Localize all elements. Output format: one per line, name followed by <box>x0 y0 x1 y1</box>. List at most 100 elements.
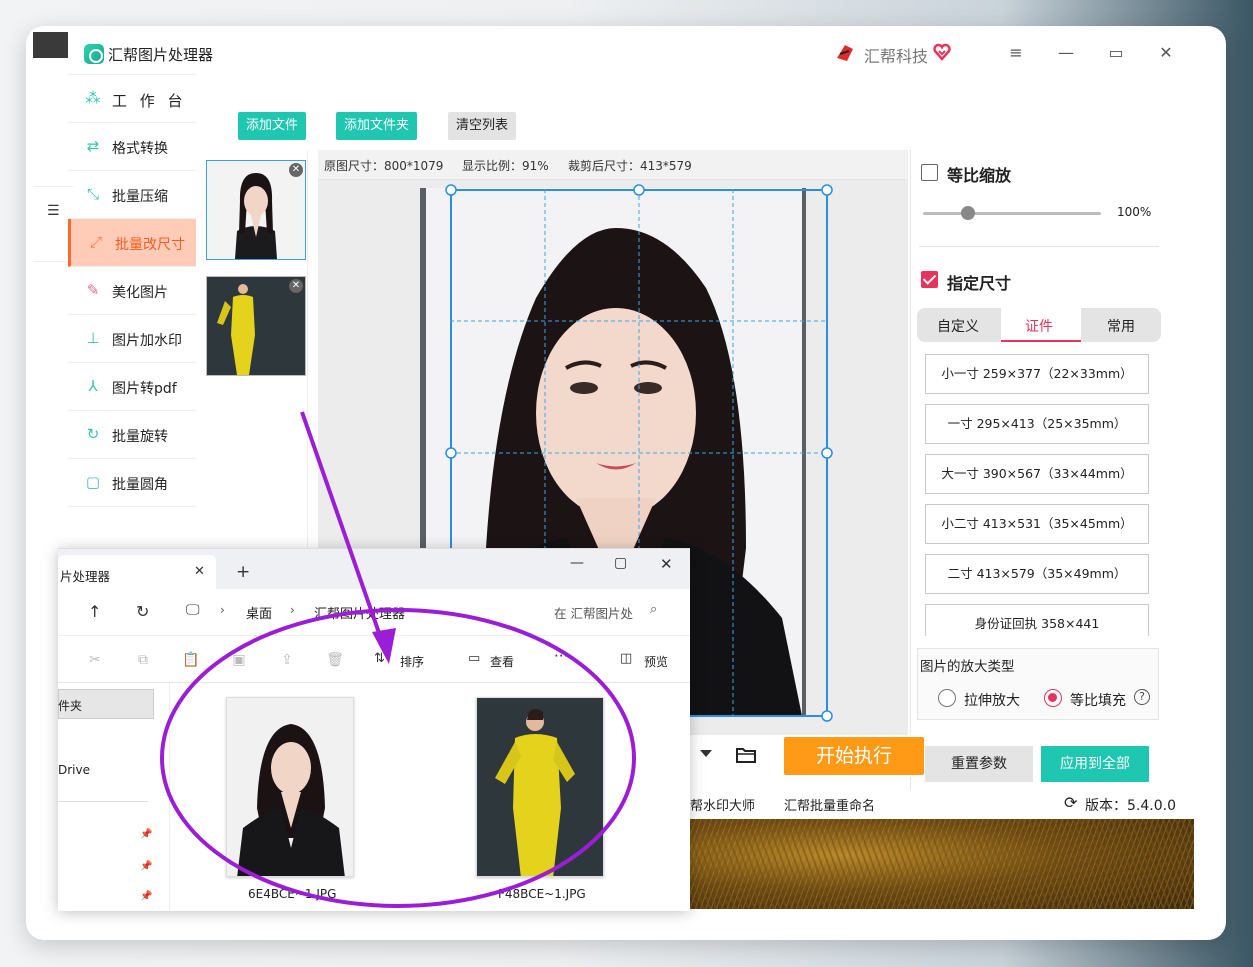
maximize-icon[interactable]: ▢ <box>614 555 627 571</box>
copy-icon[interactable]: ⧉ <box>134 652 152 668</box>
size-option-button[interactable]: 身份证回执 358×441 <box>925 604 1149 636</box>
thumbnail-item[interactable]: ✕ <box>206 160 306 260</box>
breadcrumb-separator-icon: › <box>220 603 225 617</box>
paste-icon[interactable]: 📋 <box>182 652 200 668</box>
remove-thumbnail-icon[interactable]: ✕ <box>289 279 303 293</box>
proportional-scale-checkbox[interactable] <box>921 164 938 181</box>
view-button[interactable]: 查看 <box>490 653 514 670</box>
zoom-value: 100% <box>1117 205 1152 219</box>
size-option-button[interactable]: 一寸 295×413（25×35mm） <box>925 404 1149 444</box>
reset-params-button[interactable]: 重置参数 <box>925 746 1033 782</box>
vip-heart-icon[interactable] <box>932 42 952 62</box>
address-bar[interactable]: 🖵 › 桌面 › 汇帮图片处理器 <box>174 597 524 627</box>
zoom-slider-handle[interactable] <box>961 206 975 220</box>
stretch-label: 拉伸放大 <box>964 693 1020 709</box>
minimize-icon[interactable]: — <box>570 555 584 571</box>
thumbnail-item[interactable]: ✕ <box>206 276 306 376</box>
proportional-fill-label: 等比填充 <box>1070 693 1126 709</box>
wallpaper-strip <box>690 819 1194 909</box>
refresh-icon[interactable]: ↻ <box>136 602 149 621</box>
batch-rename-link[interactable]: 汇帮批量重命名 <box>784 795 875 814</box>
sort-button[interactable]: 排序 <box>400 653 424 670</box>
stretch-radio[interactable] <box>938 689 956 707</box>
view-icon: ▭ <box>468 651 481 666</box>
add-folder-button[interactable]: 添加文件夹 <box>336 112 418 140</box>
brand-name[interactable]: 汇帮科技 <box>864 43 928 67</box>
size-option-button[interactable]: 小二寸 413×531（35×45mm） <box>925 504 1149 544</box>
breadcrumb-folder[interactable]: 汇帮图片处理器 <box>314 603 405 622</box>
app-title: 汇帮图片处理器 <box>108 46 214 64</box>
original-size-text: 原图尺寸：800*1079 <box>324 159 444 173</box>
close-icon[interactable]: ✕ <box>660 555 673 573</box>
more-options-icon[interactable]: ··· <box>554 647 568 665</box>
apply-all-button[interactable]: 应用到全部 <box>1041 746 1149 782</box>
close-icon[interactable]: ✕ <box>1154 42 1178 64</box>
clear-list-button[interactable]: 清空列表 <box>448 112 517 140</box>
sidebar-item-pdf[interactable]: ⅄ 图片转pdf <box>68 363 196 411</box>
sidebar-item-label: 美化图片 <box>112 285 168 301</box>
rotate-icon: ↻ <box>86 425 100 443</box>
minimize-icon[interactable]: — <box>1054 42 1078 64</box>
help-icon[interactable]: ? <box>1134 689 1150 705</box>
tab-common[interactable]: 常用 <box>1107 316 1135 336</box>
nav-item-drive[interactable]: Drive <box>58 763 90 777</box>
watermark-master-link[interactable]: 帮水印大师 <box>690 795 755 814</box>
nav-item-folder-label: 件夹 <box>58 699 83 713</box>
title-bar: 汇帮图片处理器 汇帮科技 ≡ — ▭ ✕ <box>68 30 1173 74</box>
sidebar-item-workbench[interactable]: ⁂ 工 作 台 <box>68 75 196 123</box>
sort-icon: ⇅ <box>374 651 385 666</box>
size-option-button[interactable]: 小一寸 259×377（22×33mm） <box>925 354 1149 394</box>
grid-icon: ⁂ <box>85 89 101 107</box>
sidebar-item-label: 格式转换 <box>112 141 168 157</box>
remove-thumbnail-icon[interactable]: ✕ <box>289 163 303 177</box>
file-thumbnail[interactable] <box>226 697 354 877</box>
share-icon[interactable]: ⇪ <box>278 652 296 668</box>
add-file-button[interactable]: 添加文件 <box>238 112 307 140</box>
sidebar-item-rotate[interactable]: ↻ 批量旋转 <box>68 411 196 459</box>
size-category-tabs: 自定义 证件 常用 <box>917 308 1161 342</box>
version-text: 版本：5.4.0.0 <box>1085 798 1176 814</box>
file-name: F48BCE~1.JPG <box>498 887 586 901</box>
thumbnail-portrait-black <box>207 161 305 259</box>
maximize-icon[interactable]: ▭ <box>1104 42 1128 64</box>
sidebar-item-compress[interactable]: ⤡ 批量压缩 <box>68 171 196 219</box>
zoom-slider-track[interactable] <box>923 212 1101 215</box>
sidebar-item-convert[interactable]: ⇄ 格式转换 <box>68 123 196 171</box>
explorer-tab-title: 片处理器 <box>60 569 111 584</box>
tab-id-photo[interactable]: 证件 <box>1025 316 1053 336</box>
image-info-bar: 原图尺寸：800*1079 显示比例：91% 裁剪后尺寸：413*579 <box>318 150 908 180</box>
file-thumbnail[interactable] <box>476 697 604 877</box>
proportional-fill-radio[interactable] <box>1044 689 1062 707</box>
rename-icon[interactable]: ▣ <box>230 652 248 668</box>
convert-icon: ⇄ <box>86 137 100 155</box>
chevron-down-icon[interactable] <box>700 750 712 757</box>
refresh-icon[interactable]: ⟳ <box>1064 794 1082 812</box>
display-ratio-text: 显示比例：91% <box>462 159 549 173</box>
size-option-button[interactable]: 大一寸 390×567（33×44mm） <box>925 454 1149 494</box>
explorer-search-input[interactable]: 在 汇帮图片处 ⌕ <box>536 597 676 627</box>
background-window-chip <box>33 32 68 58</box>
sidebar-item-round-corner[interactable]: ▢ 批量圆角 <box>68 459 196 507</box>
preview-button[interactable]: 预览 <box>644 653 668 670</box>
up-arrow-icon[interactable]: ↑ <box>88 602 101 621</box>
tab-custom[interactable]: 自定义 <box>937 316 979 336</box>
delete-icon[interactable]: 🗑 <box>326 652 344 668</box>
file-explorer-window: 片处理器 ✕ + — ▢ ✕ ↑ ↻ 🖵 › 桌面 › 汇帮图片处理器 在 汇帮… <box>58 548 690 911</box>
sidebar-item-resize[interactable]: ⤢ 批量改尺寸 <box>68 219 196 267</box>
close-tab-icon[interactable]: ✕ <box>194 564 205 579</box>
specified-size-label: 指定尺寸 <box>947 274 1012 293</box>
specified-size-checkbox[interactable] <box>921 271 938 288</box>
menu-icon[interactable]: ≡ <box>1004 42 1028 64</box>
breadcrumb-desktop[interactable]: 桌面 <box>246 603 272 622</box>
list-icon: ☰ <box>47 203 60 219</box>
folder-icon[interactable] <box>736 746 756 764</box>
new-tab-icon[interactable]: + <box>236 562 250 582</box>
thumbnail-list: ✕ ✕ <box>196 150 308 570</box>
breadcrumb-separator-icon: › <box>290 603 295 617</box>
start-execute-button[interactable]: 开始执行 <box>784 737 924 775</box>
sidebar-item-watermark[interactable]: ⊥ 图片加水印 <box>68 315 196 363</box>
pin-icon: 📌 <box>140 829 153 840</box>
cut-icon[interactable]: ✂ <box>86 652 104 668</box>
sidebar-item-beautify[interactable]: ✎ 美化图片 <box>68 267 196 315</box>
size-option-button[interactable]: 二寸 413×579（35×49mm） <box>925 554 1149 594</box>
